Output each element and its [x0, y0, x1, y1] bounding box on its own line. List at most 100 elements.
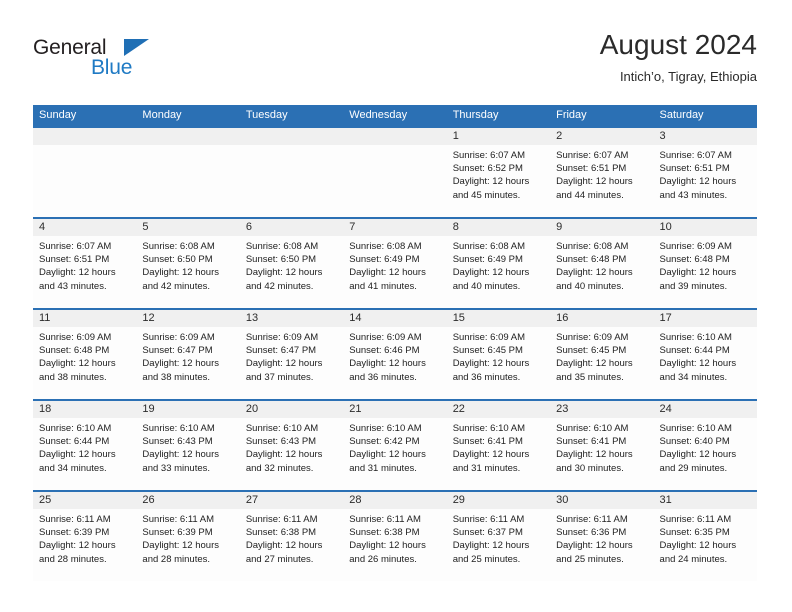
day-cell[interactable]: Sunrise: 6:11 AM Sunset: 6:36 PM Dayligh… [550, 509, 653, 581]
sunset-text: Sunset: 6:45 PM [556, 345, 627, 357]
daylight-text-line2: and 36 minutes. [349, 371, 417, 383]
day-cell[interactable]: Sunrise: 6:11 AM Sunset: 6:38 PM Dayligh… [343, 509, 446, 581]
daylight-text-line2: and 45 minutes. [452, 189, 521, 201]
weekday-header-thursday: Thursday [452, 109, 499, 121]
day-cell[interactable]: Sunrise: 6:08 AM Sunset: 6:50 PM Dayligh… [136, 236, 239, 308]
day-number: 26 [142, 494, 155, 506]
day-cell[interactable]: Sunrise: 6:11 AM Sunset: 6:38 PM Dayligh… [240, 509, 343, 581]
day-cell[interactable]: Sunrise: 6:10 AM Sunset: 6:44 PM Dayligh… [654, 327, 757, 399]
daylight-text-line2: and 43 minutes. [659, 189, 728, 201]
sunset-text: Sunset: 6:49 PM [349, 254, 420, 266]
day-number: 2 [556, 130, 563, 142]
sunrise-text: Sunrise: 6:09 AM [39, 332, 112, 343]
sunrise-text: Sunrise: 6:09 AM [659, 241, 732, 252]
daylight-text-line1: Daylight: 12 hours [349, 449, 426, 461]
day-number [240, 128, 343, 145]
sunrise-text: Sunrise: 6:07 AM [556, 150, 629, 161]
sunset-text: Sunset: 6:50 PM [142, 254, 213, 266]
day-number: 11 [39, 312, 51, 324]
daylight-text-line2: and 41 minutes. [349, 280, 417, 292]
day-cell[interactable]: Sunrise: 6:10 AM Sunset: 6:40 PM Dayligh… [654, 418, 757, 490]
daylight-text-line1: Daylight: 12 hours [349, 540, 426, 552]
page-header: General Blue August 2024 Intich’o, Tigra… [33, 28, 757, 98]
day-cell[interactable]: Sunrise: 6:09 AM Sunset: 6:48 PM Dayligh… [33, 327, 136, 399]
weekday-header-monday: Monday [142, 109, 182, 121]
sunrise-text: Sunrise: 6:09 AM [556, 332, 629, 343]
sunrise-text: Sunrise: 6:07 AM [452, 150, 526, 161]
week-detail-row: Sunrise: 6:10 AM Sunset: 6:44 PM Dayligh… [33, 418, 757, 490]
sunrise-text: Sunrise: 6:08 AM [142, 241, 215, 252]
sunrise-text: Sunrise: 6:09 AM [452, 332, 526, 343]
day-number: 14 [349, 312, 362, 324]
calendar-week-row: 4 5 6 7 8 9 10 Sunrise: 6:07 AM Sunset: … [33, 217, 757, 308]
week-date-strip: 25 26 27 28 29 30 31 [33, 492, 757, 509]
day-cell[interactable]: Sunrise: 6:08 AM Sunset: 6:50 PM Dayligh… [240, 236, 343, 308]
day-number: 23 [556, 403, 569, 415]
day-cell[interactable]: Sunrise: 6:07 AM Sunset: 6:52 PM Dayligh… [447, 145, 550, 217]
sunset-text: Sunset: 6:48 PM [556, 254, 627, 266]
daylight-text-line2: and 25 minutes. [556, 553, 624, 565]
sunset-text: Sunset: 6:44 PM [659, 345, 730, 357]
daylight-text-line2: and 31 minutes. [349, 462, 417, 474]
daylight-text-line2: and 34 minutes. [659, 371, 728, 383]
sunset-text: Sunset: 6:40 PM [659, 436, 730, 448]
day-cell[interactable]: Sunrise: 6:11 AM Sunset: 6:39 PM Dayligh… [136, 509, 239, 581]
daylight-text-line1: Daylight: 12 hours [452, 267, 530, 279]
day-cell[interactable]: Sunrise: 6:08 AM Sunset: 6:49 PM Dayligh… [343, 236, 446, 308]
sunset-text: Sunset: 6:43 PM [142, 436, 213, 448]
day-cell[interactable]: Sunrise: 6:11 AM Sunset: 6:35 PM Dayligh… [654, 509, 757, 581]
day-number: 16 [556, 312, 569, 324]
day-cell[interactable]: Sunrise: 6:07 AM Sunset: 6:51 PM Dayligh… [33, 236, 136, 308]
sunset-text: Sunset: 6:47 PM [142, 345, 213, 357]
day-cell[interactable] [136, 145, 239, 217]
daylight-text-line1: Daylight: 12 hours [39, 267, 116, 279]
day-cell[interactable]: Sunrise: 6:07 AM Sunset: 6:51 PM Dayligh… [654, 145, 757, 217]
week-date-strip: 11 12 13 14 15 16 17 [33, 310, 757, 327]
sunset-text: Sunset: 6:38 PM [349, 527, 420, 539]
week-date-strip: 18 19 20 21 22 23 24 [33, 401, 757, 418]
day-cell[interactable]: Sunrise: 6:08 AM Sunset: 6:48 PM Dayligh… [550, 236, 653, 308]
day-cell[interactable] [240, 145, 343, 217]
sunrise-text: Sunrise: 6:08 AM [452, 241, 526, 252]
day-number: 12 [142, 312, 155, 324]
day-cell[interactable]: Sunrise: 6:09 AM Sunset: 6:47 PM Dayligh… [136, 327, 239, 399]
day-number: 25 [39, 494, 52, 506]
day-number: 18 [39, 403, 52, 415]
day-cell[interactable]: Sunrise: 6:10 AM Sunset: 6:42 PM Dayligh… [343, 418, 446, 490]
day-cell[interactable]: Sunrise: 6:11 AM Sunset: 6:37 PM Dayligh… [447, 509, 550, 581]
day-cell[interactable]: Sunrise: 6:09 AM Sunset: 6:46 PM Dayligh… [343, 327, 446, 399]
daylight-text-line2: and 39 minutes. [659, 280, 728, 292]
day-cell[interactable]: Sunrise: 6:09 AM Sunset: 6:47 PM Dayligh… [240, 327, 343, 399]
weekday-header-saturday: Saturday [659, 109, 704, 121]
week-detail-row: Sunrise: 6:09 AM Sunset: 6:48 PM Dayligh… [33, 327, 757, 399]
day-cell[interactable]: Sunrise: 6:09 AM Sunset: 6:45 PM Dayligh… [550, 327, 653, 399]
day-cell[interactable] [33, 145, 136, 217]
day-cell[interactable]: Sunrise: 6:10 AM Sunset: 6:43 PM Dayligh… [240, 418, 343, 490]
daylight-text-line1: Daylight: 12 hours [659, 267, 737, 279]
day-number: 6 [245, 221, 252, 233]
sunset-text: Sunset: 6:43 PM [245, 436, 317, 448]
day-cell[interactable]: Sunrise: 6:10 AM Sunset: 6:41 PM Dayligh… [550, 418, 653, 490]
sunrise-text: Sunrise: 6:11 AM [349, 514, 421, 525]
daylight-text-line2: and 37 minutes. [245, 371, 314, 383]
daylight-text-line1: Daylight: 12 hours [245, 358, 323, 370]
sunset-text: Sunset: 6:48 PM [659, 254, 730, 266]
sunrise-text: Sunrise: 6:10 AM [556, 423, 629, 434]
day-cell[interactable]: Sunrise: 6:10 AM Sunset: 6:44 PM Dayligh… [33, 418, 136, 490]
sunrise-text: Sunrise: 6:09 AM [142, 332, 215, 343]
day-number: 27 [245, 494, 259, 506]
sunset-text: Sunset: 6:41 PM [556, 436, 627, 448]
day-cell[interactable]: Sunrise: 6:09 AM Sunset: 6:48 PM Dayligh… [654, 236, 757, 308]
day-cell[interactable]: Sunrise: 6:10 AM Sunset: 6:41 PM Dayligh… [447, 418, 550, 490]
sunset-text: Sunset: 6:44 PM [39, 436, 110, 448]
day-number: 3 [659, 130, 666, 142]
day-cell[interactable]: Sunrise: 6:07 AM Sunset: 6:51 PM Dayligh… [550, 145, 653, 217]
day-cell[interactable]: Sunrise: 6:08 AM Sunset: 6:49 PM Dayligh… [447, 236, 550, 308]
day-cell[interactable] [343, 145, 446, 217]
daylight-text-line1: Daylight: 12 hours [556, 449, 633, 461]
sunrise-text: Sunrise: 6:11 AM [142, 514, 215, 525]
day-cell[interactable]: Sunrise: 6:09 AM Sunset: 6:45 PM Dayligh… [447, 327, 550, 399]
daylight-text-line2: and 38 minutes. [39, 371, 107, 383]
day-cell[interactable]: Sunrise: 6:10 AM Sunset: 6:43 PM Dayligh… [136, 418, 239, 490]
day-cell[interactable]: Sunrise: 6:11 AM Sunset: 6:39 PM Dayligh… [33, 509, 136, 581]
